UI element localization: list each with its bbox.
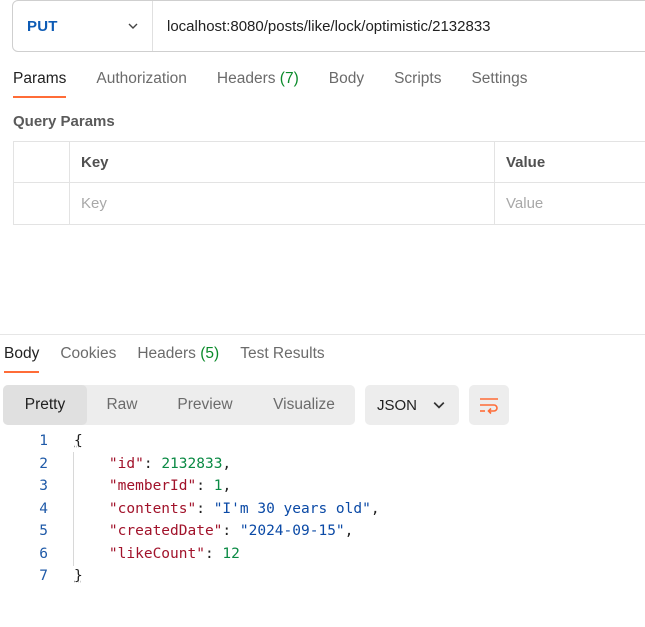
code-line: 6 "likeCount": 12	[0, 543, 645, 566]
tab-label: Headers	[216, 70, 276, 87]
json-value: 12	[222, 545, 240, 562]
line-number: 5	[39, 523, 48, 540]
close-brace: }	[74, 568, 83, 585]
method-label: PUT	[27, 17, 58, 35]
checkbox-column-header	[14, 142, 70, 182]
tab-headers[interactable]: Headers (7)	[217, 70, 299, 98]
chevron-down-icon	[128, 23, 138, 29]
view-mode-raw[interactable]: Raw	[87, 385, 157, 425]
view-mode-pretty[interactable]: Pretty	[3, 385, 87, 425]
view-mode-preview[interactable]: Preview	[157, 385, 253, 425]
tab-body[interactable]: Body	[329, 70, 364, 98]
headers-count-badge: (5)	[200, 345, 220, 362]
tab-label: Body	[4, 345, 40, 362]
view-mode-visualize[interactable]: Visualize	[253, 385, 355, 425]
tab-label: Headers	[137, 345, 196, 362]
json-value: "I'm 30 years old"	[213, 500, 371, 517]
json-value: 2132833	[161, 455, 223, 472]
code-line: 2 "id": 2132833,	[0, 453, 645, 476]
json-comma: ,	[222, 478, 232, 495]
json-comma: ,	[370, 500, 380, 517]
tab-label: Cookies	[60, 345, 117, 362]
tab-scripts[interactable]: Scripts	[394, 70, 441, 98]
line-number: 4	[39, 500, 48, 517]
line-number: 6	[39, 545, 48, 562]
headers-count-badge: (7)	[279, 70, 299, 87]
json-value: 1	[213, 478, 223, 495]
tab-response-body[interactable]: Body	[4, 345, 40, 373]
query-params-title: Query Params	[13, 113, 115, 130]
wrap-lines-button[interactable]	[469, 385, 509, 425]
tab-settings[interactable]: Settings	[471, 70, 527, 98]
key-input[interactable]: Key	[70, 183, 495, 224]
request-url-bar: PUT localhost:8080/posts/like/lock/optim…	[12, 0, 645, 52]
line-number: 2	[39, 455, 48, 472]
json-value: "2024-09-15"	[239, 523, 345, 540]
row-checkbox-cell[interactable]	[14, 183, 70, 224]
tab-label: Authorization	[96, 70, 187, 87]
code-line: 3 "memberId": 1,	[0, 475, 645, 498]
format-select[interactable]: JSON	[365, 385, 459, 425]
tab-authorization[interactable]: Authorization	[96, 70, 186, 98]
line-number: 1	[39, 433, 48, 450]
key-column-header: Key	[70, 142, 495, 182]
code-line: 1 {	[0, 430, 645, 453]
json-comma: ,	[344, 523, 354, 540]
value-column-header: Value	[506, 153, 546, 171]
format-label: JSON	[377, 396, 418, 414]
json-key: "id"	[108, 455, 144, 472]
wrap-lines-icon	[480, 398, 498, 415]
request-tabs: Params Authorization Headers (7) Body Sc…	[13, 70, 557, 98]
json-key: "likeCount"	[108, 545, 205, 562]
tab-response-headers[interactable]: Headers (5)	[137, 345, 219, 373]
response-body-editor[interactable]: 1 { 2 "id": 2132833, 3 "memberId": 1, 4 …	[0, 430, 645, 588]
tab-label: Params	[13, 70, 67, 87]
code-line: 5 "createdDate": "2024-09-15",	[0, 520, 645, 543]
open-brace: {	[74, 433, 83, 450]
table-header-row: Key Value	[14, 142, 645, 183]
line-number: 7	[39, 568, 48, 585]
tab-label: Test Results	[240, 345, 325, 362]
tab-test-results[interactable]: Test Results	[240, 345, 324, 373]
tab-params[interactable]: Params	[13, 70, 67, 98]
table-row: Key Value	[14, 183, 645, 224]
tab-label: Body	[328, 70, 365, 87]
chevron-down-icon	[433, 402, 445, 409]
code-line: 4 "contents": "I'm 30 years old",	[0, 498, 645, 521]
value-input[interactable]: Value	[495, 183, 645, 224]
response-tabs: Body Cookies Headers (5) Test Results	[4, 345, 346, 373]
code-line: 7 }	[0, 565, 645, 588]
pane-divider[interactable]	[0, 334, 645, 335]
json-key: "createdDate"	[108, 523, 223, 540]
tab-label: Settings	[471, 70, 528, 87]
query-params-table: Key Value Key Value	[13, 141, 645, 225]
url-input[interactable]: localhost:8080/posts/like/lock/optimisti…	[153, 18, 491, 35]
tab-label: Scripts	[394, 70, 442, 87]
tab-cookies[interactable]: Cookies	[60, 345, 116, 373]
json-comma: ,	[222, 455, 232, 472]
json-key: "memberId"	[108, 478, 197, 495]
json-key: "contents"	[108, 500, 197, 517]
method-select[interactable]: PUT	[13, 1, 153, 51]
view-mode-selector: Pretty Raw Preview Visualize	[3, 385, 355, 425]
line-number: 3	[39, 478, 48, 495]
